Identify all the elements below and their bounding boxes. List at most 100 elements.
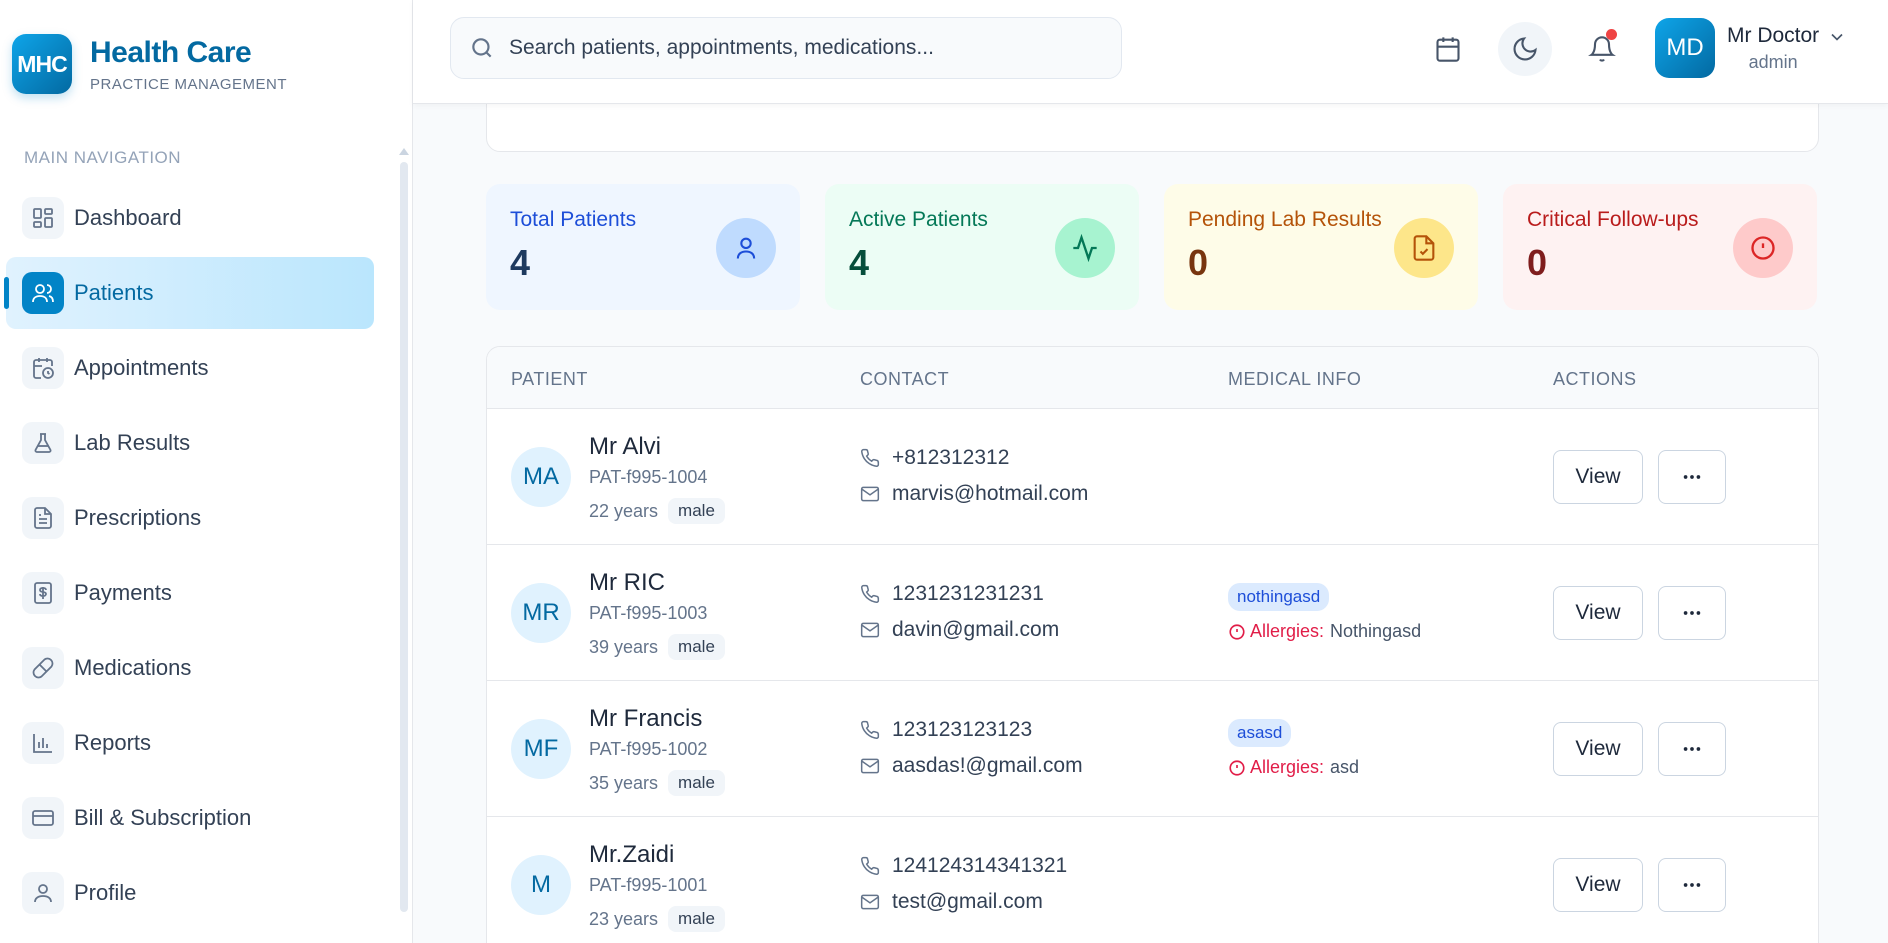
patient-id: PAT-f995-1004 — [589, 467, 708, 487]
patient-age-gender: 35 years male — [589, 770, 725, 796]
theme-toggle-button[interactable] — [1498, 22, 1552, 76]
stat-card-total-patients: Total Patients 4 — [486, 184, 800, 310]
moon-icon — [1513, 37, 1537, 61]
table-row: MR Mr RIC PAT-f995-1003 39 years male 123… — [487, 545, 1818, 681]
phone-number: 1231231231231 — [892, 582, 1044, 605]
patient-id: PAT-f995-1002 — [589, 739, 708, 759]
scroll-up-arrow[interactable] — [399, 148, 409, 155]
calendar-button[interactable] — [1421, 22, 1475, 76]
sidebar-item-label: Profile — [74, 880, 137, 905]
phone-number: 123123123123 — [892, 718, 1033, 741]
table-header: PATIENT CONTACT MEDICAL INFO ACTIONS — [487, 347, 1818, 409]
sidebar-item-prescriptions[interactable]: Prescriptions — [6, 482, 374, 554]
allergies-value: asd — [1330, 757, 1360, 777]
patient-age-gender: 39 years male — [589, 634, 725, 660]
dashboard-icon — [22, 197, 64, 239]
mail-icon — [860, 894, 880, 910]
alert-circle-icon — [1733, 218, 1793, 278]
more-horizontal-icon — [1683, 611, 1701, 615]
brand-subtitle: PRACTICE MANAGEMENT — [90, 75, 288, 93]
sidebar-item-label: Patients — [74, 280, 154, 305]
sidebar-item-lab-results[interactable]: Lab Results — [6, 407, 374, 479]
pill-icon — [22, 647, 64, 689]
sidebar-item-reports[interactable]: Reports — [6, 707, 374, 779]
more-actions-button[interactable] — [1658, 722, 1726, 776]
gender-badge: male — [668, 906, 725, 932]
search-bar[interactable] — [450, 17, 1122, 79]
alert-circle-icon — [1229, 623, 1245, 640]
contact-email: aasdas!@gmail.com — [860, 754, 1083, 778]
calendar-clock-icon — [22, 347, 64, 389]
brand-title: Health Care — [90, 35, 252, 69]
sidebar: MHC Health Care PRACTICE MANAGEMENT MAIN… — [0, 0, 413, 943]
sidebar-scrollbar[interactable] — [400, 162, 408, 912]
view-button[interactable]: View — [1553, 586, 1643, 640]
sidebar-item-payments[interactable]: Payments — [6, 557, 374, 629]
top-header: MD Mr Doctor admin — [413, 0, 1888, 104]
allergies-info: Allergies: asd — [1228, 757, 1359, 778]
more-actions-button[interactable] — [1658, 858, 1726, 912]
more-actions-button[interactable] — [1658, 450, 1726, 504]
mail-icon — [860, 486, 880, 502]
patient-name: Mr Francis — [589, 705, 703, 732]
sidebar-item-label: Prescriptions — [74, 505, 202, 530]
email-address: marvis@hotmail.com — [892, 482, 1089, 505]
contact-phone: 124124314341321 — [860, 854, 1067, 878]
sidebar-item-appointments[interactable]: Appointments — [6, 332, 374, 404]
contact-phone: 123123123123 — [860, 718, 1032, 742]
email-address: davin@gmail.com — [892, 618, 1060, 641]
sidebar-item-medications[interactable]: Medications — [6, 632, 374, 704]
patient-id: PAT-f995-1003 — [589, 603, 708, 623]
phone-icon — [861, 448, 880, 467]
file-check-icon — [1394, 218, 1454, 278]
contact-phone: 1231231231231 — [860, 582, 1044, 606]
document-icon — [22, 497, 64, 539]
column-header-patient: PATIENT — [511, 369, 588, 389]
main-content: Total Patients 4 Active Patients 4 Pendi… — [413, 104, 1888, 943]
sidebar-item-bill-subscription[interactable]: Bill & Subscription — [6, 782, 374, 854]
sidebar-item-dashboard[interactable]: Dashboard — [6, 182, 374, 254]
stat-card-critical-follow-ups: Critical Follow-ups 0 — [1503, 184, 1817, 310]
gender-badge: male — [668, 498, 725, 524]
sidebar-item-label: Reports — [74, 730, 152, 755]
view-button[interactable]: View — [1553, 722, 1643, 776]
sidebar-item-label: Dashboard — [74, 205, 182, 230]
search-input[interactable] — [509, 36, 1089, 60]
brand[interactable]: MHC Health Care PRACTICE MANAGEMENT — [12, 34, 287, 94]
stat-card-active-patients: Active Patients 4 — [825, 184, 1139, 310]
user-icon — [22, 872, 64, 914]
patient-age-gender: 22 years male — [589, 498, 725, 524]
avatar: M — [511, 855, 571, 915]
notifications-button[interactable] — [1575, 22, 1629, 76]
chevron-down-icon — [1831, 33, 1843, 41]
view-button[interactable]: View — [1553, 858, 1643, 912]
patient-name: Mr.Zaidi — [589, 841, 675, 868]
patient-age: 22 years — [589, 500, 659, 521]
gender-badge: male — [668, 770, 725, 796]
view-button[interactable]: View — [1553, 450, 1643, 504]
avatar: MD — [1655, 18, 1715, 78]
activity-icon — [1055, 218, 1115, 278]
mail-icon — [860, 622, 880, 638]
allergies-label: Allergies: — [1250, 757, 1325, 777]
patient-name: Mr RIC — [589, 569, 665, 596]
allergies-info: Allergies: Nothingasd — [1228, 621, 1421, 642]
search-icon — [472, 38, 492, 58]
sidebar-item-patients[interactable]: Patients — [4, 257, 374, 329]
nav-heading: MAIN NAVIGATION — [24, 148, 182, 167]
alert-circle-icon — [1229, 759, 1245, 776]
email-address: aasdas!@gmail.com — [892, 754, 1083, 777]
brand-logo: MHC — [12, 34, 72, 94]
mail-icon — [860, 758, 880, 774]
stat-card-pending-lab-results: Pending Lab Results 0 — [1164, 184, 1478, 310]
main-navigation: Dashboard Patients Appointments Lab Resu… — [4, 182, 374, 932]
table-row: M Mr.Zaidi PAT-f995-1001 23 years male 12… — [487, 817, 1818, 943]
user-menu[interactable]: MD Mr Doctor admin — [1655, 18, 1847, 78]
sidebar-item-label: Lab Results — [74, 430, 191, 455]
sidebar-item-profile[interactable]: Profile — [6, 857, 374, 929]
contact-email: davin@gmail.com — [860, 618, 1059, 642]
credit-card-icon — [22, 797, 64, 839]
more-actions-button[interactable] — [1658, 586, 1726, 640]
notification-badge — [1606, 29, 1617, 40]
patient-id: PAT-f995-1001 — [589, 875, 708, 895]
